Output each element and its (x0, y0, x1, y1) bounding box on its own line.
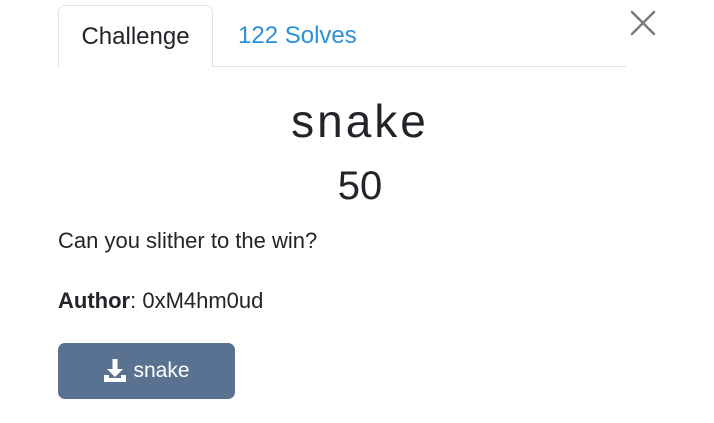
download-file-button[interactable]: snake (58, 343, 235, 399)
challenge-name: snake (291, 95, 429, 147)
challenge-modal: Challenge 122 Solves snake 50 Can you sl… (0, 0, 714, 423)
challenge-points: 50 (337, 164, 383, 208)
author-line: Author: 0xM4hm0ud (58, 285, 263, 317)
tab-solves[interactable]: 122 Solves (238, 5, 357, 66)
tab-challenge[interactable]: Challenge (58, 5, 213, 67)
author-label: Author (58, 288, 131, 313)
download-file-label: snake (133, 359, 190, 382)
close-button[interactable] (628, 8, 658, 38)
download-icon (104, 359, 127, 382)
challenge-description: Can you slither to the win? (58, 228, 318, 253)
author-separator: : (130, 288, 143, 313)
close-icon (630, 10, 656, 36)
author-name: 0xM4hm0ud (142, 288, 264, 313)
challenge-tabs: Challenge 122 Solves (58, 5, 626, 67)
